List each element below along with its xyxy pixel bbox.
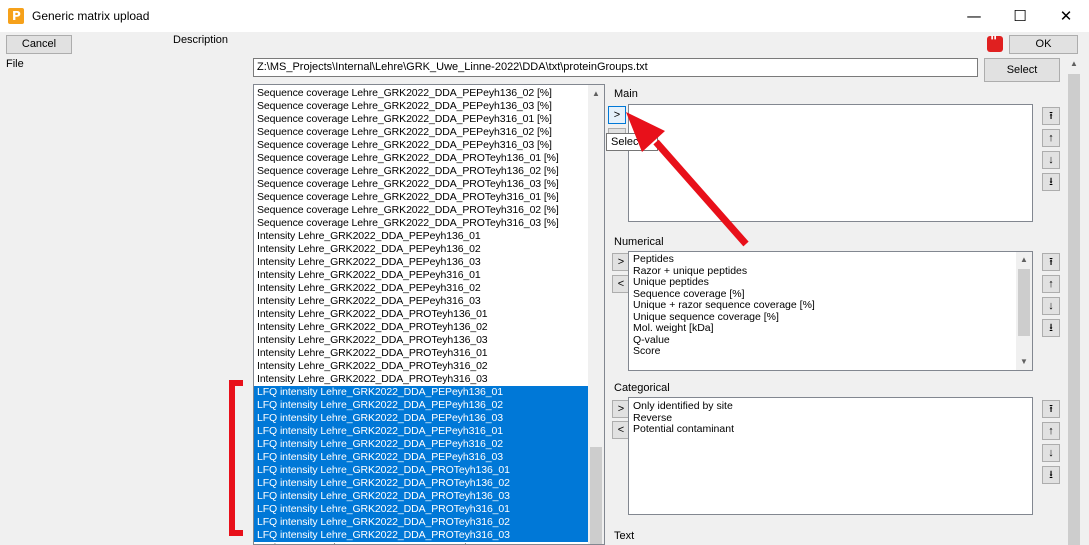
main-section-label: Main [614, 88, 638, 100]
main-up-button[interactable]: ↑ [1042, 129, 1060, 147]
column-list-item[interactable]: LFQ intensity Lehre_GRK2022_DDA_PROTeyh3… [254, 516, 590, 529]
column-list-item[interactable]: Intensity Lehre_GRK2022_DDA_PROTeyh136_0… [254, 334, 590, 347]
numerical-list-item[interactable]: Mol. weight [kDa] [629, 322, 1015, 335]
main-down-button[interactable]: ↓ [1042, 151, 1060, 169]
form-scrollbar[interactable]: ▲ [1066, 56, 1082, 545]
scroll-up-arrow-icon[interactable]: ▲ [588, 87, 604, 101]
column-list-item[interactable]: Sequence coverage Lehre_GRK2022_DDA_PROT… [254, 204, 590, 217]
column-list-item[interactable]: Sequence coverage Lehre_GRK2022_DDA_PEPe… [254, 113, 590, 126]
main-top-button[interactable]: ⭱ [1042, 107, 1060, 125]
numerical-list-item[interactable]: Unique peptides [629, 276, 1015, 289]
column-list-item[interactable]: Intensity Lehre_GRK2022_DDA_PROTeyh316_0… [254, 373, 590, 386]
numerical-list-item[interactable]: Unique + razor sequence coverage [%] [629, 299, 1015, 312]
main-list[interactable] [628, 104, 1033, 222]
column-list-item[interactable]: Intensity Lehre_GRK2022_DDA_PROTeyh316_0… [254, 347, 590, 360]
window-title: Generic matrix upload [32, 9, 150, 23]
categorical-section-label: Categorical [614, 382, 670, 394]
categorical-list-item[interactable]: Potential contaminant [629, 423, 1032, 436]
description-label: Description [173, 34, 229, 46]
numerical-list-item[interactable]: Q-value [629, 334, 1015, 347]
scroll-up-arrow-icon[interactable]: ▲ [1066, 56, 1082, 72]
categorical-list[interactable]: Only identified by site Reverse Potential … [628, 397, 1033, 515]
quote-icon[interactable]: " [987, 34, 1003, 52]
column-list-scrollbar[interactable]: ▲ [588, 85, 604, 544]
numerical-bottom-button[interactable]: ⭳ [1042, 319, 1060, 337]
column-list[interactable]: Sequence coverage Lehre_GRK2022_DDA_PEPe… [253, 84, 605, 545]
numerical-list[interactable]: Peptides Razor + unique peptides Unique pe… [628, 251, 1033, 371]
column-list-item[interactable]: LFQ intensity Lehre_GRK2022_DDA_PEPeyh13… [254, 386, 590, 399]
select-file-button[interactable]: Select [984, 58, 1060, 82]
column-list-item[interactable]: Sequence coverage Lehre_GRK2022_DDA_PROT… [254, 165, 590, 178]
categorical-list-item[interactable]: Only identified by site [629, 400, 1032, 413]
numerical-list-item[interactable]: Score [629, 345, 1015, 358]
column-list-item[interactable]: Intensity Lehre_GRK2022_DDA_PEPeyh136_02 [254, 243, 590, 256]
numerical-scrollbar[interactable]: ▲ ▼ [1016, 252, 1032, 370]
scroll-up-arrow-icon[interactable]: ▲ [1016, 252, 1032, 268]
close-button[interactable]: ✕ [1043, 0, 1089, 32]
column-list-item[interactable]: LFQ intensity Lehre_GRK2022_DDA_PEPeyh13… [254, 399, 590, 412]
file-label: File [6, 58, 24, 70]
column-list-item[interactable]: LFQ intensity Lehre_GRK2022_DDA_PEPeyh31… [254, 425, 590, 438]
column-list-item[interactable]: LFQ intensity Lehre_GRK2022_DDA_PROTeyh1… [254, 490, 590, 503]
column-list-item[interactable]: Intensity Lehre_GRK2022_DDA_PROTeyh316_0… [254, 360, 590, 373]
cancel-button[interactable]: Cancel [6, 35, 72, 54]
scroll-thumb[interactable] [1018, 269, 1030, 336]
column-list-item[interactable]: Sequence coverage Lehre_GRK2022_DDA_PROT… [254, 191, 590, 204]
column-list-item[interactable]: Intensity Lehre_GRK2022_DDA_PEPeyh316_03 [254, 295, 590, 308]
column-list-item[interactable]: Intensity Lehre_GRK2022_DDA_PROTeyh136_0… [254, 308, 590, 321]
column-list-item[interactable]: LFQ intensity Lehre_GRK2022_DDA_PROTeyh3… [254, 529, 590, 542]
categorical-bottom-button[interactable]: ⭳ [1042, 466, 1060, 484]
column-list-item[interactable]: Sequence coverage Lehre_GRK2022_DDA_PEPe… [254, 139, 590, 152]
column-list-item[interactable]: Intensity Lehre_GRK2022_DDA_PEPeyh316_02 [254, 282, 590, 295]
column-list-item[interactable]: LFQ intensity Lehre_GRK2022_DDA_PEPeyh31… [254, 451, 590, 464]
column-list-item[interactable]: Sequence coverage Lehre_GRK2022_DDA_PROT… [254, 178, 590, 191]
selection-bracket-annotation [229, 380, 243, 536]
column-list-item[interactable]: LFQ intensity Lehre_GRK2022_DDA_PEPeyh13… [254, 412, 590, 425]
column-list-item[interactable]: Sequence coverage Lehre_GRK2022_DDA_PROT… [254, 217, 590, 230]
main-add-button[interactable]: > [608, 106, 626, 124]
ok-button[interactable]: OK [1009, 35, 1078, 54]
select-tooltip: Select [606, 133, 658, 151]
categorical-up-button[interactable]: ↑ [1042, 422, 1060, 440]
column-list-item[interactable]: Intensity Lehre_GRK2022_DDA_PEPeyh136_03 [254, 256, 590, 269]
column-list-item[interactable]: Sequence coverage Lehre_GRK2022_DDA_PEPe… [254, 126, 590, 139]
scroll-thumb[interactable] [1068, 74, 1080, 545]
column-list-item[interactable]: Intensity Lehre_GRK2022_DDA_PEPeyh136_01 [254, 230, 590, 243]
column-list-item[interactable]: LFQ intensity Lehre_GRK2022_DDA_PROTeyh3… [254, 503, 590, 516]
minimize-button[interactable]: — [951, 0, 997, 32]
scroll-thumb[interactable] [590, 447, 602, 544]
categorical-down-button[interactable]: ↓ [1042, 444, 1060, 462]
main-bottom-button[interactable]: ⭳ [1042, 173, 1060, 191]
scroll-down-arrow-icon[interactable]: ▼ [1016, 354, 1032, 370]
numerical-section-label: Numerical [614, 236, 664, 248]
column-list-item[interactable]: Intensity Lehre_GRK2022_DDA_PROTeyh136_0… [254, 321, 590, 334]
numerical-up-button[interactable]: ↑ [1042, 275, 1060, 293]
perseus-app-icon [8, 8, 24, 24]
column-list-item[interactable]: Sequence coverage Lehre_GRK2022_DDA_PEPe… [254, 100, 590, 113]
title-bar: Generic matrix upload — ☐ ✕ [0, 0, 1089, 32]
column-list-item[interactable]: Intensity Lehre_GRK2022_DDA_PEPeyh316_01 [254, 269, 590, 282]
column-list-item[interactable]: LFQ intensity Lehre_GRK2022_DDA_PEPeyh31… [254, 438, 590, 451]
file-path-field[interactable]: Z:\MS_Projects\Internal\Lehre\GRK_Uwe_Li… [253, 58, 978, 77]
numerical-top-button[interactable]: ⭱ [1042, 253, 1060, 271]
column-list-item[interactable]: LFQ intensity Lehre_GRK2022_DDA_PROTeyh1… [254, 477, 590, 490]
column-list-item[interactable]: Sequence coverage Lehre_GRK2022_DDA_PEPe… [254, 87, 590, 100]
numerical-list-item[interactable]: Peptides [629, 253, 1015, 266]
maximize-button[interactable]: ☐ [997, 0, 1043, 32]
column-list-item[interactable]: LFQ intensity Lehre_GRK2022_DDA_PROTeyh1… [254, 464, 590, 477]
numerical-down-button[interactable]: ↓ [1042, 297, 1060, 315]
categorical-top-button[interactable]: ⭱ [1042, 400, 1060, 418]
column-list-item[interactable]: Sequence coverage Lehre_GRK2022_DDA_PROT… [254, 152, 590, 165]
text-section-label: Text [614, 530, 635, 542]
